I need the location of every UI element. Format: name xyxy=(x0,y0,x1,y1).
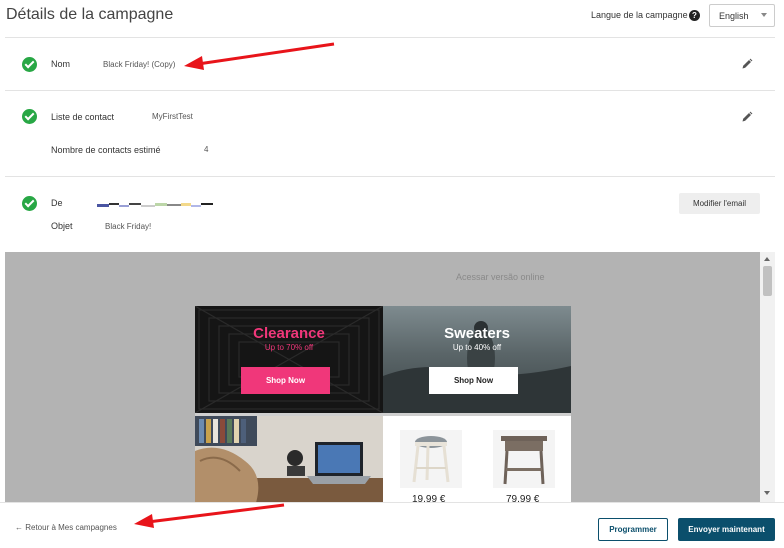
sender-redacted-bar xyxy=(97,203,213,207)
geometric-pattern-image xyxy=(195,306,383,413)
email-content: Clearance Up to 70% off Shop Now Sweater… xyxy=(195,306,571,502)
sweaters-title: Sweaters xyxy=(444,325,510,342)
contact-list-label: Liste de contact xyxy=(51,112,115,122)
sweaters-banner: Sweaters Up to 40% off Shop Now xyxy=(383,306,571,413)
sender-section: De Objet Black Friday! Modifier l'email xyxy=(5,176,775,252)
clearance-banner: Clearance Up to 70% off Shop Now xyxy=(195,306,383,413)
scroll-down-icon[interactable] xyxy=(764,491,770,495)
check-circle-icon xyxy=(22,109,37,124)
product-price: 19,99 € xyxy=(412,494,446,502)
contact-estimate-label: Nombre de contacts estimé xyxy=(51,145,161,155)
page-title: Détails de la campagne xyxy=(6,6,174,23)
workspace-photo xyxy=(195,416,383,502)
contact-list-value: MyFirstTest xyxy=(152,112,193,121)
scroll-up-icon[interactable] xyxy=(764,257,770,261)
help-icon[interactable]: ? xyxy=(689,10,700,21)
clearance-title: Clearance xyxy=(253,325,325,342)
send-now-button[interactable]: Envoyer maintenant xyxy=(678,518,775,541)
preview-scrollbar[interactable] xyxy=(760,252,775,502)
check-circle-icon xyxy=(22,57,37,72)
product-price: 79,99 € xyxy=(506,494,540,502)
subject-value: Black Friday! xyxy=(105,222,152,231)
page-footer: ← Retour à Mes campagnes Programmer Envo… xyxy=(0,502,784,548)
page-header: Détails de la campagne Langue de la camp… xyxy=(0,0,784,36)
modify-email-button[interactable]: Modifier l'email xyxy=(679,193,760,214)
scroll-thumb[interactable] xyxy=(763,266,772,296)
name-label: Nom xyxy=(51,59,71,69)
check-circle-icon xyxy=(22,196,37,211)
side-table-image[interactable] xyxy=(493,430,555,488)
pencil-icon[interactable] xyxy=(741,111,753,123)
email-preview[interactable]: Acessar versão online Clearance Up to 70… xyxy=(5,252,775,502)
desk-laptop-image xyxy=(195,416,383,502)
product-grid: 19,99 € 79,99 € xyxy=(383,416,571,502)
contact-estimate-value: 4 xyxy=(204,145,209,154)
from-label: De xyxy=(51,198,63,208)
language-select[interactable]: English xyxy=(709,4,775,27)
subject-label: Objet xyxy=(51,221,73,231)
view-online-link[interactable]: Acessar versão online xyxy=(456,272,545,282)
clearance-subtitle: Up to 70% off xyxy=(264,343,314,352)
stool-image[interactable] xyxy=(400,430,462,488)
sweaters-shop-button[interactable]: Shop Now xyxy=(429,367,518,394)
name-value: Black Friday! (Copy) xyxy=(103,60,176,69)
clearance-shop-button[interactable]: Shop Now xyxy=(241,367,330,394)
campaign-name-section: Nom Black Friday! (Copy) xyxy=(5,37,775,91)
campaign-language-label: Langue de la campagne xyxy=(591,10,688,20)
pencil-icon[interactable] xyxy=(741,58,753,70)
chevron-down-icon xyxy=(761,13,767,17)
contact-list-section: Liste de contact MyFirstTest Nombre de c… xyxy=(5,90,775,177)
language-select-value: English xyxy=(719,11,749,21)
sweaters-subtitle: Up to 40% off xyxy=(452,343,502,352)
back-to-campaigns-link[interactable]: ← Retour à Mes campagnes xyxy=(15,523,117,532)
landscape-photo xyxy=(383,321,571,413)
schedule-button[interactable]: Programmer xyxy=(598,518,668,541)
